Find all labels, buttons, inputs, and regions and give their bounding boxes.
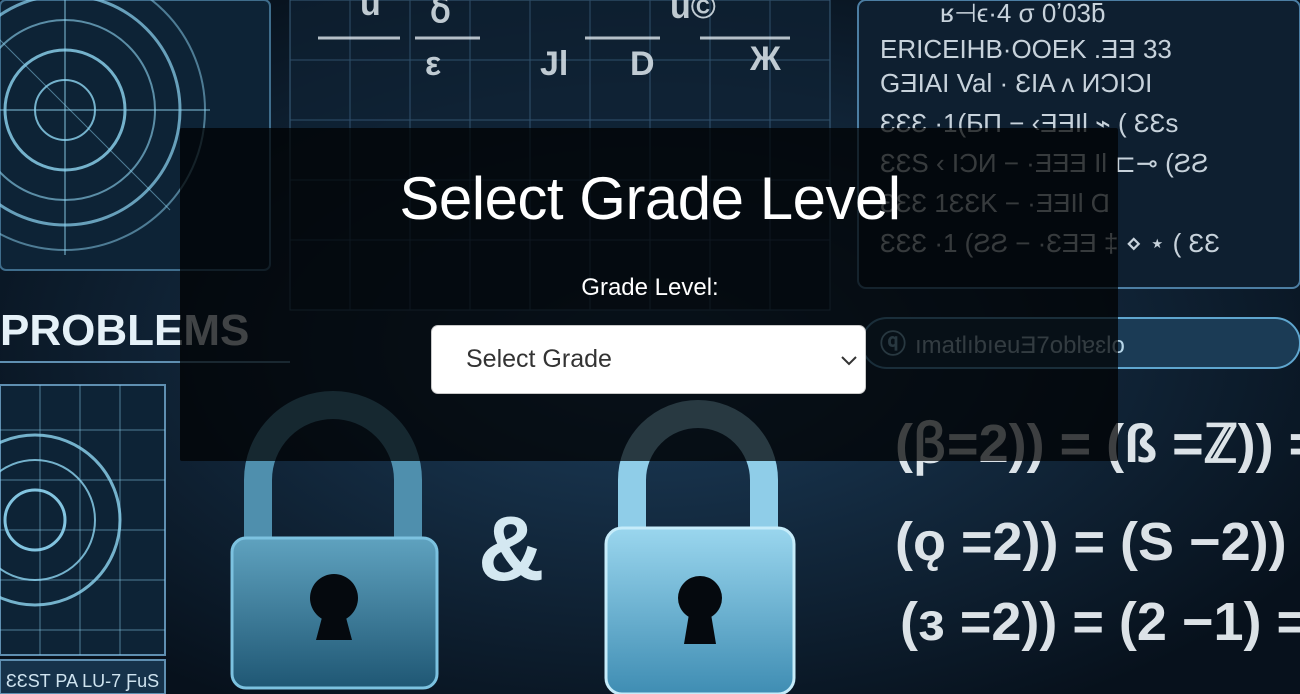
- svg-text:(ɜ =2)) = (2 −1) = (: (ɜ =2)) = (2 −1) = (: [900, 592, 1300, 652]
- svg-text:ŭ: ŭ: [360, 0, 381, 23]
- svg-text:Ж: Ж: [749, 40, 781, 78]
- svg-text:Jl: Jl: [540, 45, 568, 83]
- svg-text:ẟ: ẟ: [430, 0, 451, 30]
- grade-select[interactable]: Select Grade: [431, 325, 866, 394]
- radar-dial-icon: [0, 384, 166, 694]
- svg-text:ʁ⊣ϵ·4 σ 0ʼ03ƃ: ʁ⊣ϵ·4 σ 0ʼ03ƃ: [940, 0, 1105, 28]
- svg-text:GƎIAI Val · ƐIA ʌ ИƆIƆI: GƎIAI Val · ƐIA ʌ ИƆIƆI: [880, 68, 1152, 98]
- grade-select-value: Select Grade: [466, 345, 612, 373]
- svg-text:(ǫ =2)) = (S −2)) =: (ǫ =2)) = (S −2)) =: [895, 512, 1300, 572]
- grade-level-label: Grade Level:: [581, 274, 719, 301]
- svg-text:ů©: ů©: [670, 0, 716, 26]
- page: ŭ ẟ ε Jl D Ж ů© ʁ⊣ϵ·4 σ 0ʼ03ƃ ERICEIHB·O…: [0, 0, 1300, 694]
- page-title: Select Grade Level: [399, 165, 901, 232]
- svg-text:ε: ε: [425, 45, 441, 83]
- svg-text:ƐƐST PA LU-7 ƑuS: ƐƐST PA LU-7 ƑuS: [6, 671, 159, 691]
- svg-text:D: D: [630, 45, 655, 83]
- chevron-down-icon: [841, 356, 857, 366]
- ampersand: &: [478, 498, 544, 600]
- svg-text:ERICEIHB·OOEK .ƎƎ 33: ERICEIHB·OOEK .ƎƎ 33: [880, 34, 1172, 64]
